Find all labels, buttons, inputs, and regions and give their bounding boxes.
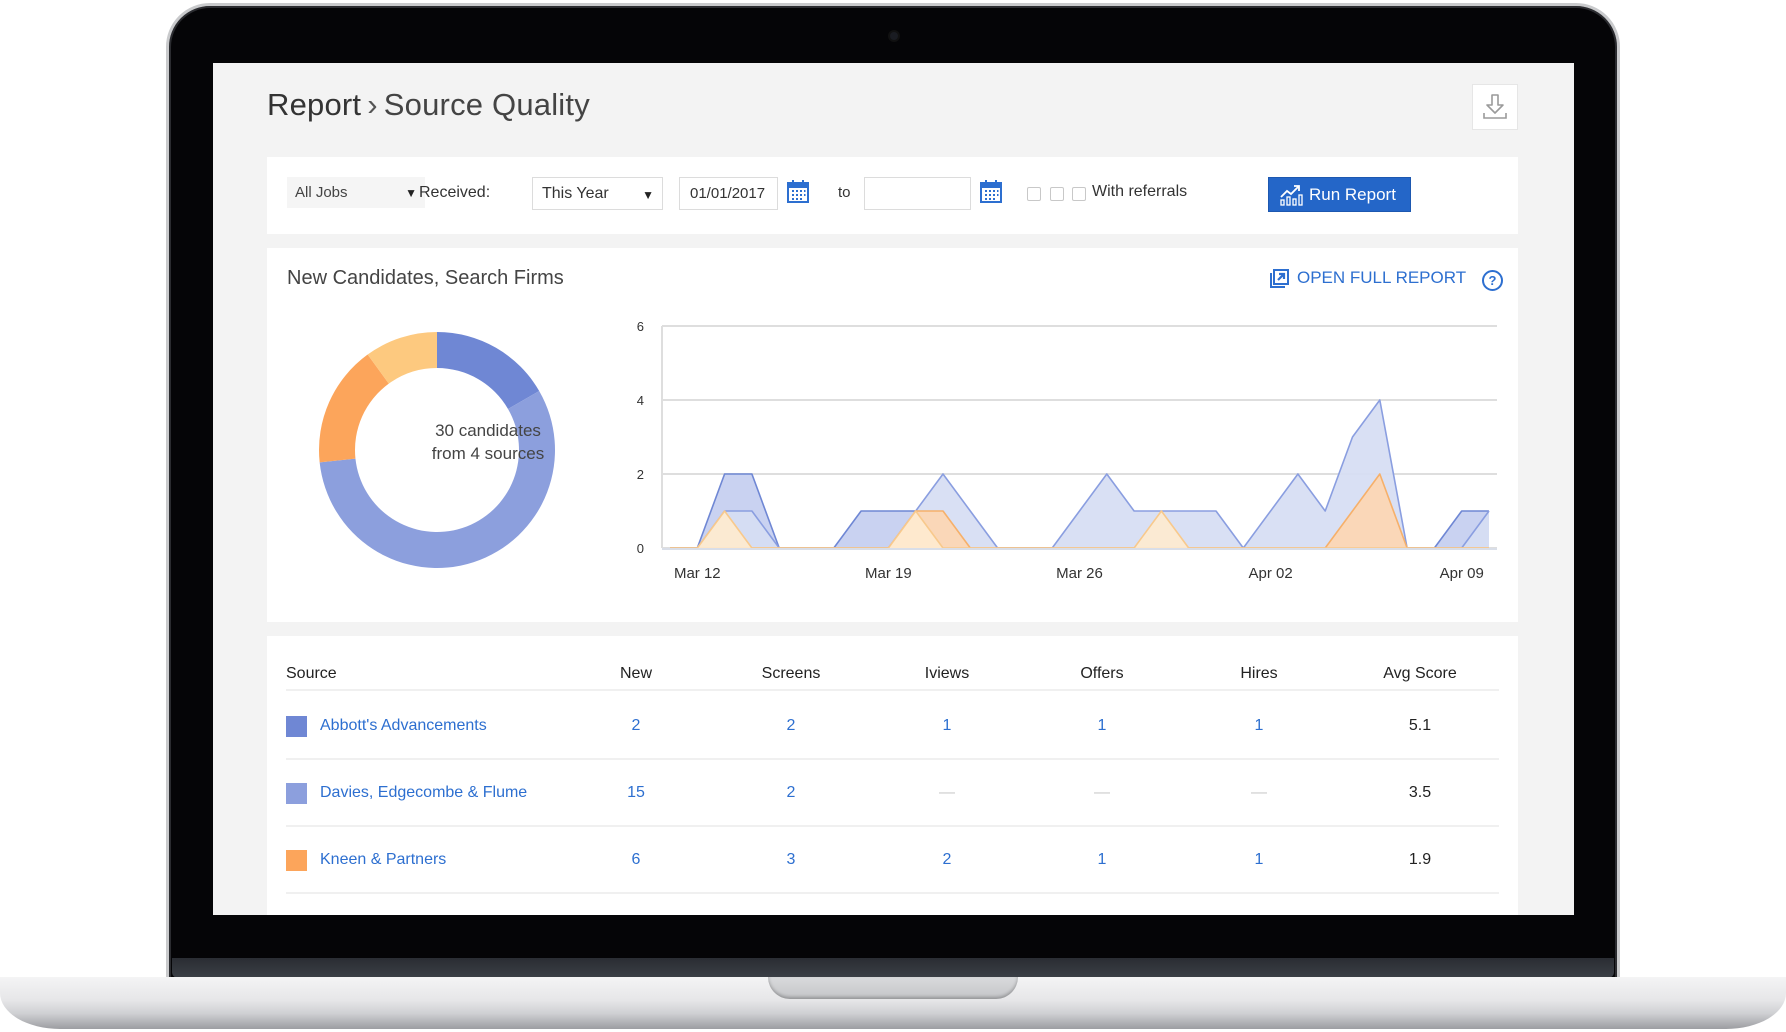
x-tick-label: Mar 26 [1056, 565, 1103, 582]
column-header-screens[interactable]: Screens [762, 665, 821, 683]
date-from-input[interactable]: 01/01/2017 [679, 177, 778, 210]
cell-avg-score: 5.1 [1408, 717, 1432, 734]
jobs-select-value: All Jobs [295, 184, 348, 201]
source-name-link[interactable]: Kneen & Partners [320, 851, 446, 869]
table-row: Kneen & Partners 6 3 2 1 1 1.9 [286, 827, 1499, 894]
breadcrumb-separator: › [367, 87, 378, 122]
referrals-checkbox[interactable] [1072, 187, 1086, 201]
page-title: Source Quality [383, 87, 590, 122]
y-tick-label: 0 [637, 541, 644, 556]
cell-new[interactable]: 15 [627, 784, 645, 802]
period-select[interactable]: This Year ▼ [532, 177, 663, 210]
cell-iviews: — [939, 784, 955, 801]
to-label: to [838, 184, 851, 201]
camera-dot [888, 30, 900, 42]
cell-offers[interactable]: 1 [1098, 717, 1107, 735]
y-tick-label: 6 [637, 319, 644, 334]
x-tick-label: Apr 09 [1440, 565, 1484, 582]
column-header-avg-score[interactable]: Avg Score [1383, 665, 1457, 683]
column-header-hires[interactable]: Hires [1240, 665, 1277, 683]
jobs-select[interactable]: All Jobs ▼ [287, 177, 425, 208]
laptop-notch [768, 977, 1018, 999]
cell-hires[interactable]: 1 [1255, 717, 1264, 735]
cell-screens[interactable]: 3 [787, 851, 796, 869]
app-screen: Report › Source Quality All Jobs ▼ Receive… [213, 63, 1574, 915]
cell-screens[interactable]: 2 [787, 784, 796, 802]
table-header: Source New Screens Iviews Offers Hires A… [286, 661, 1499, 691]
x-tick-label: Mar 19 [865, 565, 912, 582]
breadcrumb-report-link[interactable]: Report [267, 87, 361, 122]
cell-hires[interactable]: 1 [1255, 851, 1264, 869]
area-chart: 0 2 4 6 Mar 12 Mar 19 Mar 26 Apr 02 Apr 09 [637, 319, 1497, 582]
table-row: Davies, Edgecombe & Flume 15 2 — — — 3.5 [286, 760, 1499, 827]
cell-new[interactable]: 6 [632, 851, 641, 869]
run-report-button[interactable]: Run Report [1268, 177, 1411, 212]
cell-offers: — [1094, 784, 1110, 801]
caret-down-icon: ▼ [642, 188, 654, 202]
source-table: Source New Screens Iviews Offers Hires A… [267, 636, 1518, 915]
calendar-icon[interactable] [980, 179, 1002, 203]
chart-card: New Candidates, Search Firms OPEN FULL R… [267, 248, 1518, 622]
caret-down-icon: ▼ [405, 186, 417, 200]
referrals-label: With referrals [1092, 183, 1188, 200]
date-to-input[interactable] [864, 177, 971, 210]
cell-screens[interactable]: 2 [787, 717, 796, 735]
cell-new[interactable]: 2 [632, 717, 641, 735]
table-row [286, 894, 1499, 915]
checkbox-2[interactable] [1050, 187, 1064, 201]
run-report-label: Run Report [1309, 184, 1396, 204]
calendar-icon[interactable] [787, 179, 809, 203]
column-header-new[interactable]: New [620, 665, 652, 683]
table-row: Abbott's Advancements 2 2 1 1 1 5.1 [286, 693, 1499, 760]
cell-iviews[interactable]: 2 [943, 851, 952, 869]
laptop-hinge [172, 958, 1614, 978]
source-color-swatch [286, 783, 307, 804]
download-icon [1483, 94, 1507, 119]
download-button[interactable] [1472, 84, 1518, 130]
checkbox-1[interactable] [1027, 187, 1041, 201]
cell-hires: — [1251, 784, 1267, 801]
x-tick-label: Apr 02 [1248, 565, 1292, 582]
column-header-iviews[interactable]: Iviews [925, 665, 969, 683]
cell-offers[interactable]: 1 [1098, 851, 1107, 869]
column-header-offers[interactable]: Offers [1080, 665, 1123, 683]
breadcrumb: Report › Source Quality [267, 87, 590, 123]
laptop-mockup: Report › Source Quality All Jobs ▼ Receive… [0, 0, 1786, 1032]
cell-avg-score: 3.5 [1408, 784, 1432, 801]
filter-bar: All Jobs ▼ Received: This Year ▼ 01/01/2… [267, 157, 1518, 234]
y-tick-label: 2 [637, 467, 644, 482]
received-label: Received: [419, 184, 491, 201]
cell-avg-score: 1.9 [1408, 851, 1432, 868]
x-tick-label: Mar 12 [674, 565, 721, 582]
source-color-swatch [286, 716, 307, 737]
period-select-value: This Year [542, 185, 609, 202]
source-name-link[interactable]: Davies, Edgecombe & Flume [320, 784, 527, 802]
chart-growth-icon [1280, 184, 1303, 206]
source-color-swatch [286, 850, 307, 871]
y-tick-label: 4 [637, 393, 644, 408]
column-header-source[interactable]: Source [286, 665, 337, 683]
cell-iviews[interactable]: 1 [943, 717, 952, 735]
source-name-link[interactable]: Abbott's Advancements [320, 717, 487, 735]
